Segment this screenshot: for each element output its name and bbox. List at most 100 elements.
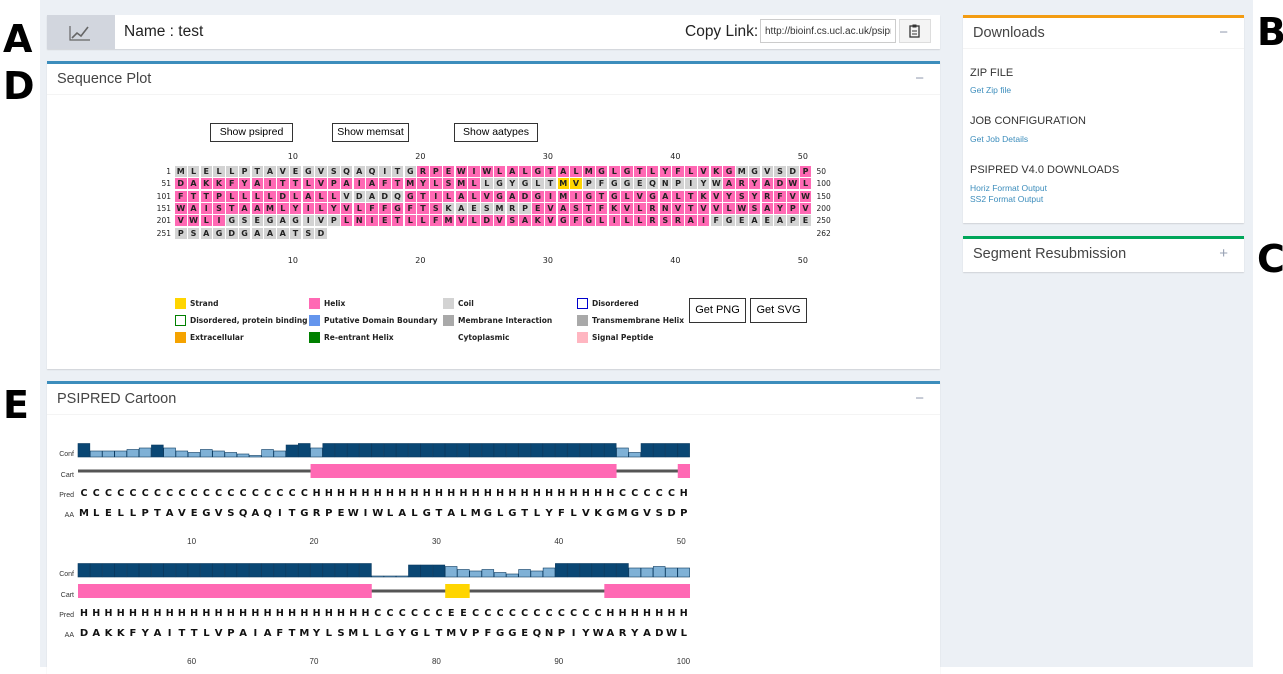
confidence-bar [224,563,238,578]
position-tick-bottom: 30 [542,256,553,265]
residue: T [391,215,404,227]
residue: A [264,166,276,177]
residue: L [468,178,480,190]
residue: A [187,202,200,214]
confidence-bar [77,563,91,578]
get-svg-button[interactable]: Get SVG [750,298,807,323]
legend-swatch [175,315,186,326]
prediction-letter: H [630,608,639,619]
prediction-letter: H [643,608,651,619]
cartoon-row-label-aa: AA [64,512,74,519]
confidence-bar [89,563,103,578]
collapse-downloads-button[interactable]: − [1219,18,1228,48]
ss2-format-output-link[interactable]: SS2 Format Output [970,194,1043,204]
amino-acid-letter: L [680,628,687,639]
prediction-letter: C [117,488,125,499]
amino-acid-letter: K [104,628,113,639]
residue: E [736,215,748,227]
residue: V [621,202,633,214]
copy-link-input[interactable] [760,19,896,43]
prediction-letter: H [618,608,627,619]
confidence-bar [640,567,654,578]
prediction-letter: C [166,488,174,499]
confidence-bar [616,563,629,578]
prediction-letter: E [460,608,467,619]
prediction-letter: H [410,488,419,499]
prediction-letter: H [153,608,162,619]
amino-acid-letter: Q [238,508,248,519]
get-png-button[interactable]: Get PNG [689,298,746,323]
segment-resubmission-panel: Segment Resubmission + [963,236,1244,272]
confidence-bar [346,563,360,578]
get-zip-file-link[interactable]: Get Zip file [970,85,1011,95]
residue: L [621,190,633,202]
results-chart-button[interactable] [47,15,115,49]
prediction-letter: H [263,608,272,619]
get-job-details-link[interactable]: Get Job Details [970,134,1028,144]
residue: L [493,166,506,177]
residue: G [493,190,506,202]
amino-acid-letter: Y [545,508,553,519]
prediction-letter: H [496,488,505,499]
residue: M [175,166,187,177]
prediction-letter: H [141,608,150,619]
amino-acid-letter: I [571,628,576,639]
amino-acid-letter: G [508,628,517,639]
prediction-letter: H [422,488,431,499]
amino-acid-letter: L [496,508,504,519]
prediction-letter: H [128,608,137,619]
residue: W [481,166,493,177]
confidence-bar [151,563,164,578]
residue: P [238,166,251,177]
confidence-bar [604,443,617,458]
confidence-bar [163,447,176,458]
amino-acid-letter: Q [532,628,542,639]
legend-swatch [577,315,588,326]
expand-segment-resubmission-button[interactable]: + [1219,239,1228,269]
segment-resubmission-header: Segment Resubmission + [963,239,1244,269]
prediction-letter: H [275,608,284,619]
residue: L [634,202,646,214]
cartoon-position-tick: 70 [309,657,319,666]
horiz-format-output-link[interactable]: Horiz Format Output [970,183,1047,193]
residue: I [200,202,212,214]
amino-acid-letter: D [79,628,89,639]
residue: G [213,227,225,239]
residue: G [238,227,251,239]
residue: A [774,215,786,227]
residue: R [761,190,773,202]
cartoon-row-label-pred: Pred [59,612,74,619]
row-start-number: 201 [156,216,171,226]
residue: L [302,178,314,190]
residue: K [532,215,544,227]
prediction-letter: C [80,488,88,499]
amino-acid-letter: K [594,508,602,519]
prediction-letter: C [141,488,149,499]
prediction-letter: H [202,608,211,619]
prediction-letter: C [129,488,137,499]
confidence-bar [175,450,189,458]
confidence-bar [628,567,641,578]
residue: Q [340,166,353,177]
residue: I [697,215,710,227]
job-name-bar: Name : test Copy Link: [47,15,940,49]
downloads-panel: Downloads − ZIP FILE Get Zip file JOB CO… [963,15,1244,223]
residue: P [583,178,595,190]
confidence-bar [77,443,91,458]
prediction-letter: H [532,488,541,499]
residue: G [595,166,608,177]
cartoon-graphic [77,443,690,478]
residue: L [519,166,531,177]
copy-link-button[interactable] [899,19,931,43]
residue: V [672,202,684,214]
residue: P [519,202,531,214]
residue: D [277,190,289,202]
confidence-bar [138,447,152,458]
residue: I [430,190,442,202]
amino-acid-letter: L [325,628,332,639]
position-tick-top: 50 [797,152,808,161]
amino-acid-letter: Y [141,628,149,639]
confidence-bar [506,443,519,458]
residue: Y [723,190,735,202]
residue: Y [774,202,786,214]
